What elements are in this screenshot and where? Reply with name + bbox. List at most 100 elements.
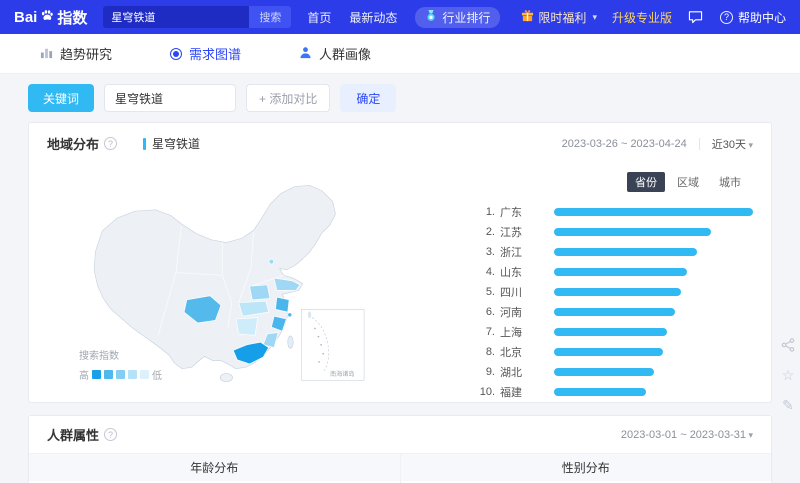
logo-text-prefix: Bai [14,8,38,26]
scale-swatch-4 [128,370,137,379]
age-distribution-panel: 年龄分布 星穹铁道 全网分布 TGI [29,454,401,483]
map-legend-scale: 高 低 [79,367,162,382]
tab-region[interactable]: 区域 [669,172,707,192]
nav-industry-ranking-label: 行业排行 [442,10,491,25]
map-legend-low: 低 [152,371,162,382]
tab-demand-graph-label: 需求图谱 [189,47,242,62]
keyword-toolbar: 关键词 + 添加对比 确定 [0,74,800,122]
gift-icon [521,9,534,25]
crowd-section-title: 人群属性 [47,428,100,443]
ranking-row[interactable]: 5. 四川 [475,285,753,299]
map-legend-high: 高 [79,371,89,382]
scale-swatch-1 [92,370,101,379]
province-shanghai[interactable] [287,312,293,318]
region-card-header: 地域分布 星穹铁道 2023-03-26 ~ 2023-04-24 近30天 [29,123,771,164]
question-icon [719,10,733,24]
rank-bar [554,267,688,276]
info-icon[interactable] [104,428,118,441]
ranking-row[interactable]: 4. 山东 [475,265,753,279]
rank-bar [554,387,646,396]
rank-bar [554,207,753,216]
baidu-index-logo[interactable]: Bai 指数 [14,7,87,28]
region-ranking: 省份 区域 城市 1. 广东 2. 江苏 3. 浙江 4. 山东 5. 四川 6. 河南 7… [475,164,753,399]
section-tabs: 趋势研究 需求图谱 人群画像 [0,34,800,74]
region-date-range: 2023-03-26 ~ 2023-04-24 [561,137,687,150]
star-icon[interactable]: ☆ [779,366,797,384]
rank-bar [554,227,712,236]
share-icon[interactable] [779,336,797,354]
tab-demand-graph[interactable]: 需求图谱 [170,44,241,63]
info-icon[interactable] [104,137,118,150]
keyword-legend-label: 星穹铁道 [152,137,201,151]
south-china-sea-inset: 南海诸岛 [301,309,365,381]
province-beijing[interactable] [268,258,275,265]
limited-time-benefit-label: 限时福利 [538,10,587,25]
tab-crowd-profile-label: 人群画像 [319,47,372,62]
ranking-row[interactable]: 1. 广东 [475,205,753,219]
medal-icon [425,9,437,25]
province-hainan[interactable] [219,373,233,382]
confirm-button[interactable]: 确定 [340,84,397,112]
tab-crowd-profile[interactable]: 人群画像 [299,44,371,63]
ranking-row[interactable]: 8. 北京 [475,345,753,359]
header-search: 搜索 [103,6,292,28]
region-section-title: 地域分布 [47,137,100,152]
header-search-input[interactable] [103,11,250,23]
chat-icon[interactable] [687,8,705,26]
tab-city[interactable]: 城市 [711,172,749,192]
region-header-right: 2023-03-26 ~ 2023-04-24 近30天 [562,136,753,152]
period-dropdown[interactable]: 近30天 [712,136,753,152]
nav-home[interactable]: 首页 [307,9,331,26]
ranking-list: 1. 广东 2. 江苏 3. 浙江 4. 山东 5. 四川 6. 河南 7. 上海 8. 北京 … [475,205,753,399]
crowd-header-right: 2023-03-01 ~ 2023-03-31 [621,429,753,441]
divider [698,137,700,150]
region-view-tabs: 省份 区域 城市 [627,172,749,192]
map-legend: 搜索指数 高 低 [79,347,162,382]
ranking-row[interactable]: 2. 江苏 [475,225,753,239]
ranking-row[interactable]: 7. 上海 [475,325,753,339]
keyword-label-button[interactable]: 关键词 [28,84,95,112]
primary-nav: 首页 最新动态 行业排行 [307,6,501,28]
tab-trend-research[interactable]: 趋势研究 [40,44,112,63]
legend-tick-icon [143,137,147,150]
keyword-input[interactable] [115,91,226,105]
crowd-card-header: 人群属性 2023-03-01 ~ 2023-03-31 [29,416,771,453]
help-center-label: 帮助中心 [737,10,786,25]
province-jiangsu[interactable] [275,296,290,313]
gender-distribution-title[interactable]: 性别分布 [400,454,771,481]
topbar-right: 限时福利 升级专业版 帮助中心 [521,8,786,26]
nav-latest-news[interactable]: 最新动态 [349,9,397,26]
ranking-row[interactable]: 10. 福建 [475,385,753,399]
ranking-row[interactable]: 3. 浙江 [475,245,753,259]
tab-province[interactable]: 省份 [627,172,665,192]
help-center[interactable]: 帮助中心 [719,9,786,26]
rank-bar [554,247,698,256]
inset-label: 南海诸岛 [330,370,355,378]
region-distribution-card: 地域分布 星穹铁道 2023-03-26 ~ 2023-04-24 近30天 [28,122,772,403]
add-compare-button[interactable]: + 添加对比 [246,84,331,112]
province-taiwan[interactable] [287,335,294,349]
floating-toolbar: ☆ ✎ [779,336,797,414]
crowd-date-range[interactable]: 2023-03-01 ~ 2023-03-31 [621,429,753,441]
nav-industry-ranking[interactable]: 行业排行 [415,6,501,28]
top-navbar: Bai 指数 搜索 首页 最新动态 行业排行 限时福利 升级专业版 [0,0,800,34]
province-hunan[interactable] [235,317,259,336]
age-distribution-title[interactable]: 年龄分布 [29,454,400,481]
limited-time-benefit[interactable]: 限时福利 [521,9,597,26]
tab-trend-research-label: 趋势研究 [60,47,113,62]
keyword-input-wrap [104,84,237,112]
ranking-row[interactable]: 6. 河南 [475,305,753,319]
china-mainland[interactable] [93,184,336,370]
header-search-button[interactable]: 搜索 [249,6,292,28]
crowd-attributes-card: 人群属性 2023-03-01 ~ 2023-03-31 年龄分布 星穹铁道 全… [28,415,772,483]
scale-swatch-2 [104,370,113,379]
ranking-row[interactable]: 9. 湖北 [475,365,753,379]
gender-distribution-panel: 性别分布 星穹铁道 全网分布 TGI [400,454,771,483]
crowd-panels: 年龄分布 星穹铁道 全网分布 TGI 性别分布 星穹铁道 全网分布 TGI [29,453,771,483]
feedback-icon[interactable]: ✎ [779,396,797,414]
map-legend-title: 搜索指数 [79,351,119,362]
trend-chart-icon [40,46,53,62]
scale-swatch-5 [140,370,149,379]
upgrade-pro-link[interactable]: 升级专业版 [612,9,672,26]
province-henan[interactable] [249,284,271,301]
